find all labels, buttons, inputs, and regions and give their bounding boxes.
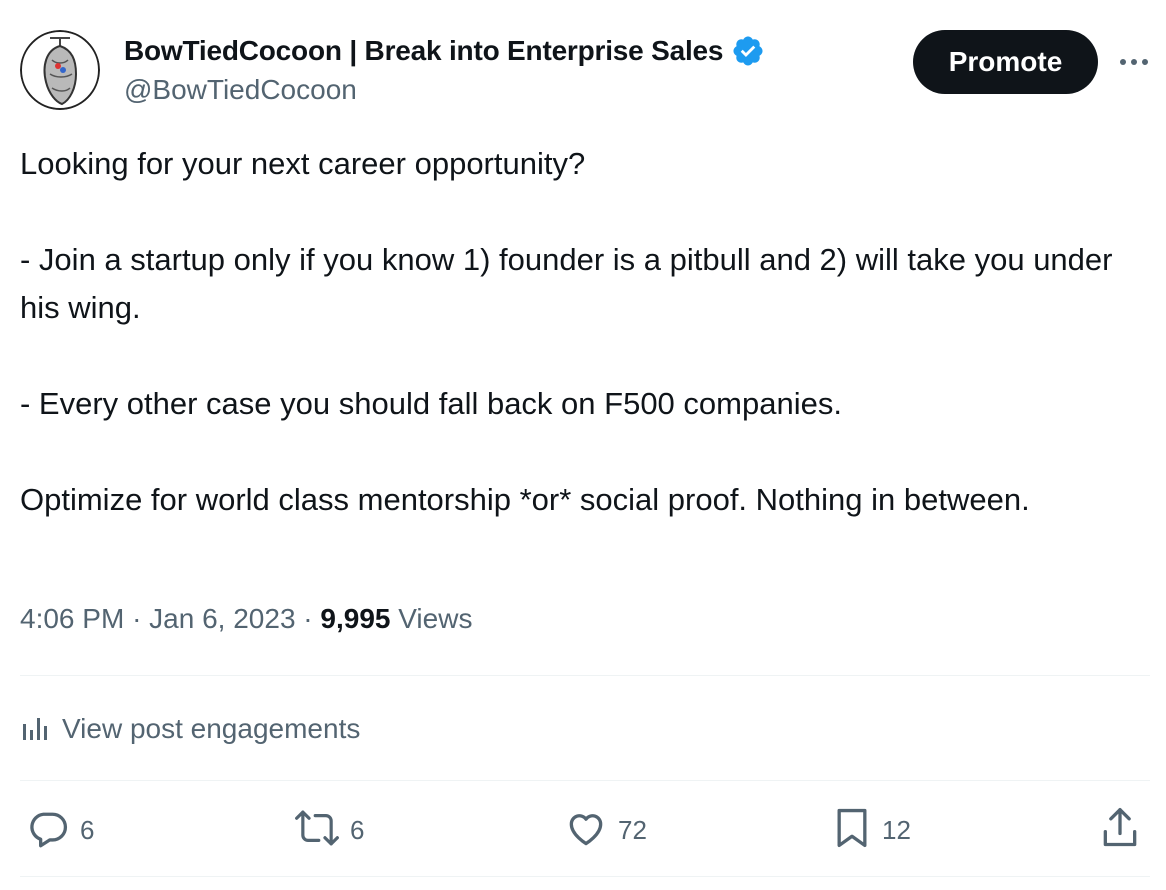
repost-count: 6	[350, 814, 365, 845]
tweet-paragraph: Optimize for world class mentorship *or*…	[20, 482, 1030, 517]
reply-icon	[26, 806, 70, 855]
ellipsis-icon[interactable]	[1114, 48, 1154, 76]
repost-icon	[294, 806, 340, 855]
heart-icon	[564, 806, 608, 855]
view-engagements-label: View post engagements	[62, 713, 361, 744]
tweet-paragraph: - Every other case you should fall back …	[20, 386, 842, 421]
author-handle[interactable]: @BowTiedCocoon	[124, 74, 357, 106]
avatar[interactable]	[20, 30, 100, 110]
reply-count: 6	[80, 814, 95, 845]
cocoon-avatar-image	[20, 30, 100, 110]
share-button[interactable]	[1100, 806, 1140, 854]
meta-separator: ·	[132, 603, 142, 634]
tweet-paragraph: Looking for your next career opportunity…	[20, 146, 586, 181]
tweet-date[interactable]: Jan 6, 2023	[149, 603, 295, 634]
like-button[interactable]: 72	[564, 806, 647, 854]
promote-button[interactable]: Promote	[913, 30, 1098, 94]
tweet-text: Looking for your next career opportunity…	[20, 140, 1160, 524]
bar-chart-icon	[20, 712, 50, 747]
share-icon	[1100, 806, 1140, 855]
views-count: 9,995	[320, 603, 391, 634]
view-engagements-link[interactable]: View post engagements	[20, 706, 360, 752]
views-label: Views	[398, 603, 473, 634]
divider	[20, 876, 1150, 877]
like-count: 72	[618, 814, 647, 845]
bookmark-icon	[832, 806, 872, 855]
bookmark-button[interactable]: 12	[832, 806, 911, 854]
divider	[20, 675, 1150, 676]
meta-separator: ·	[303, 603, 313, 634]
repost-button[interactable]: 6	[294, 806, 364, 854]
author-display-name[interactable]: BowTiedCocoon | Break into Enterprise Sa…	[124, 35, 724, 67]
reply-button[interactable]: 6	[26, 806, 94, 854]
author-name-row[interactable]: BowTiedCocoon | Break into Enterprise Sa…	[124, 33, 765, 69]
verified-badge-icon[interactable]	[731, 34, 765, 68]
tweet-time[interactable]: 4:06 PM	[20, 603, 124, 634]
bookmark-count: 12	[882, 814, 911, 845]
tweet-paragraph: - Join a startup only if you know 1) fou…	[20, 242, 1113, 325]
tweet-meta: 4:06 PM · Jan 6, 2023 · 9,995 Views	[20, 603, 472, 635]
divider	[20, 780, 1150, 781]
